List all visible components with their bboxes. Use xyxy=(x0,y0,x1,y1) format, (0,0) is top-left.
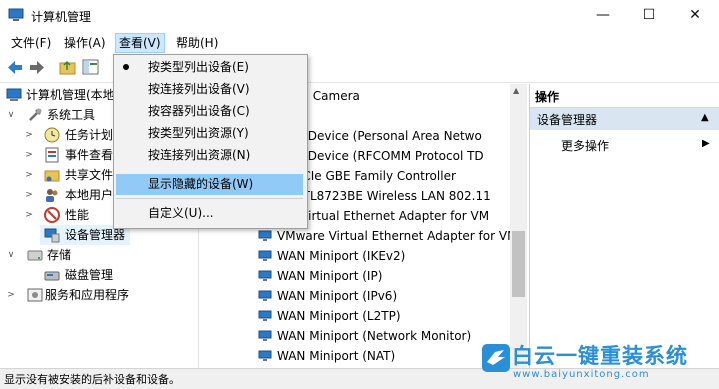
clock-icon xyxy=(44,127,60,143)
tree-label-local-users: 本地用户 xyxy=(65,188,114,202)
menu-item-resources-by-connection[interactable]: 按连接列出资源(N) xyxy=(148,145,250,165)
tree-label-performance: 性能 xyxy=(65,208,90,222)
menu-view[interactable]: 查看(V) xyxy=(115,33,165,53)
chevron-right-icon[interactable]: > xyxy=(24,145,34,165)
device-row[interactable]: WAN Miniport (L2TP) xyxy=(277,306,401,326)
tools-icon xyxy=(27,107,43,123)
network-adapter-icon xyxy=(258,250,272,262)
maximize-button[interactable]: ☐ xyxy=(626,0,672,31)
menu-item-customize[interactable]: 自定义(U)... xyxy=(148,203,214,223)
folder-up-icon[interactable] xyxy=(59,59,77,76)
menu-item-devices-by-type[interactable]: 按类型列出设备(E) xyxy=(148,57,249,77)
scroll-thumb[interactable] xyxy=(512,231,525,297)
chevron-right-icon[interactable]: > xyxy=(24,165,34,185)
chevron-right-icon[interactable]: > xyxy=(24,205,34,225)
menu-item-devices-by-container[interactable]: 按容器列出设备(C) xyxy=(148,101,250,121)
chevron-down-icon[interactable]: ∨ xyxy=(6,105,16,125)
network-adapter-icon xyxy=(258,230,272,242)
scroll-up-icon[interactable]: ▲ xyxy=(513,86,519,95)
device-row[interactable]: WAN Miniport (IKEv2) xyxy=(277,246,405,266)
chevron-down-icon[interactable]: ∨ xyxy=(6,245,16,265)
device-manager-icon xyxy=(44,227,60,243)
device-row[interactable]: WAN Miniport (Network Monitor) xyxy=(277,326,471,346)
chevron-right-icon[interactable]: > xyxy=(24,125,34,145)
network-adapter-icon xyxy=(258,290,272,302)
services-icon xyxy=(27,287,43,303)
watermark-url: www.baiyunxitong.com xyxy=(513,369,650,380)
chevron-right-icon[interactable]: > xyxy=(24,185,34,205)
close-button[interactable]: ✕ xyxy=(672,0,718,31)
disk-icon xyxy=(44,267,60,283)
tree-label-task-scheduler: 任务计划 xyxy=(65,128,114,142)
vertical-scrollbar[interactable] xyxy=(510,84,527,368)
tree-label-system-tools: 系统工具 xyxy=(47,108,96,122)
actions-section-label: 设备管理器 xyxy=(537,113,598,127)
network-adapter-icon xyxy=(258,270,272,282)
network-adapter-icon xyxy=(258,350,272,362)
menu-help[interactable]: 帮助(H) xyxy=(173,34,221,52)
minimize-button[interactable]: — xyxy=(580,0,626,31)
tree-label-shared-folders: 共享文件 xyxy=(65,168,114,182)
window-title: 计算机管理 xyxy=(31,10,92,24)
radio-bullet-icon xyxy=(123,64,129,70)
toolbar xyxy=(0,54,719,83)
show-hide-tree-icon[interactable] xyxy=(82,59,100,76)
tree-label-root: 计算机管理(本地 xyxy=(26,88,115,102)
collapse-up-icon[interactable]: ▲ xyxy=(701,112,709,123)
device-row[interactable]: WAN Miniport (NAT) xyxy=(277,346,395,366)
chevron-right-icon[interactable]: > xyxy=(6,285,16,305)
status-text: 显示没有被安装的后补设备和设备。 xyxy=(4,373,180,386)
menu-separator xyxy=(116,198,303,199)
event-viewer-icon xyxy=(44,147,60,163)
device-row[interactable]: WAN Miniport (IPv6) xyxy=(277,286,397,306)
device-row[interactable]: WAN Miniport (IP) xyxy=(277,266,382,286)
device-row[interactable]: VMware Virtual Ethernet Adapter for VM xyxy=(277,226,517,246)
menu-item-resources-by-type[interactable]: 按类型列出资源(Y) xyxy=(148,123,249,143)
storage-icon xyxy=(27,247,43,263)
menu-action[interactable]: 操作(A) xyxy=(61,34,109,52)
shared-folder-icon xyxy=(44,167,60,183)
chevron-right-icon[interactable]: ▶ xyxy=(702,138,710,149)
forward-icon[interactable] xyxy=(28,59,46,76)
menu-file[interactable]: 文件(F) xyxy=(8,34,54,52)
back-icon[interactable] xyxy=(6,59,24,76)
network-adapter-icon xyxy=(258,330,272,342)
tree-label-services: 服务和应用程序 xyxy=(45,288,130,302)
menu-item-devices-by-connection[interactable]: 按连接列出设备(V) xyxy=(148,79,250,99)
menu-item-show-hidden-devices[interactable]: 显示隐藏的设备(W) xyxy=(148,174,253,194)
computer-icon xyxy=(6,87,22,103)
computer-management-icon xyxy=(8,8,24,22)
tree-label-disk-management: 磁盘管理 xyxy=(65,268,114,282)
more-actions-link[interactable]: 更多操作 xyxy=(561,137,609,154)
users-icon xyxy=(44,187,60,203)
actions-title: 操作 xyxy=(535,90,560,104)
device-row[interactable]: are Virtual Ethernet Adapter for VM xyxy=(277,206,489,226)
tree-label-storage: 存储 xyxy=(47,248,72,262)
device-row[interactable]: ooth Device (RFCOMM Protocol TD xyxy=(277,146,484,166)
tree-label-event-viewer: 事件查看 xyxy=(65,148,114,162)
device-row[interactable]: ek RTL8723BE Wireless LAN 802.11 xyxy=(277,186,491,206)
network-adapter-icon xyxy=(258,310,272,322)
performance-icon xyxy=(44,207,60,223)
watermark-name: 白云一键重装系统 xyxy=(512,344,688,368)
bird-logo-icon xyxy=(481,343,511,373)
